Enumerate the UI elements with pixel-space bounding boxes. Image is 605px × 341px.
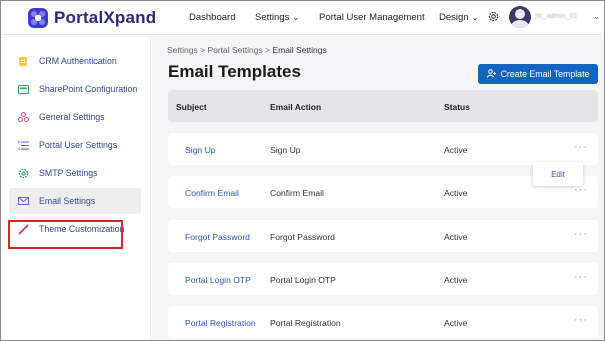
row-subject-link[interactable]: Portal Login OTP bbox=[185, 275, 251, 285]
sidebar-item-label: SMTP Settings bbox=[39, 168, 98, 178]
add-user-icon bbox=[486, 68, 496, 80]
logo-text: PortalXpand bbox=[54, 8, 157, 27]
app-window: PortalXpand Dashboard Settings ⌄ Portal U… bbox=[0, 0, 605, 341]
sidebar-item-label: CRM Authentication bbox=[39, 56, 117, 66]
sidebar-item-label: Email Settings bbox=[39, 196, 96, 206]
sidebar-item-sharepoint-configuration[interactable]: SharePoint Configuration bbox=[9, 76, 141, 102]
chevron-down-icon: ⌄ bbox=[471, 13, 479, 22]
page-title: Email Templates bbox=[168, 62, 301, 81]
row-status: Active bbox=[444, 318, 468, 328]
main-content: Settings > Portal Settings > Email Setti… bbox=[152, 36, 604, 340]
breadcrumb-separator: > bbox=[200, 45, 206, 55]
more-options-icon[interactable]: ··· bbox=[574, 141, 588, 153]
breadcrumb-settings[interactable]: Settings bbox=[167, 45, 198, 55]
sidebar-item-portal-user-settings[interactable]: Portal User Settings bbox=[9, 132, 141, 158]
portalxpand-logo[interactable]: PortalXpand bbox=[27, 5, 156, 31]
table-header: Subject Email Action Status bbox=[168, 90, 598, 122]
row-subject-link[interactable]: Forgot Password bbox=[185, 232, 250, 242]
row-email-action: Sign Up bbox=[270, 145, 301, 155]
breadcrumb-separator: > bbox=[265, 45, 271, 55]
column-header-status: Status bbox=[444, 102, 470, 112]
lock-icon bbox=[17, 55, 29, 67]
nav-design-label: Design bbox=[439, 12, 469, 23]
sidebar-item-label: Portal User Settings bbox=[39, 140, 118, 150]
nav-dashboard[interactable]: Dashboard bbox=[189, 12, 235, 23]
row-subject-link[interactable]: Confirm Email bbox=[185, 188, 239, 198]
row-email-action: Confirm Email bbox=[270, 188, 324, 198]
nav-design[interactable]: Design ⌄ bbox=[439, 12, 478, 23]
breadcrumb: Settings > Portal Settings > Email Setti… bbox=[167, 45, 327, 55]
row-status: Active bbox=[444, 188, 468, 198]
more-options-icon[interactable]: ··· bbox=[574, 228, 588, 240]
row-status: Active bbox=[444, 275, 468, 285]
top-navbar: PortalXpand Dashboard Settings ⌄ Portal U… bbox=[1, 1, 604, 35]
sidebar-item-smtp-settings[interactable]: SMTP Settings bbox=[9, 160, 141, 186]
sidebar: CRM Authentication SharePoint Configurat… bbox=[1, 36, 151, 340]
sidebar-item-label: General Settings bbox=[39, 112, 105, 122]
sharepoint-icon bbox=[17, 83, 29, 95]
row-subject-link[interactable]: Sign Up bbox=[185, 145, 216, 155]
breadcrumb-current: Email Settings bbox=[272, 45, 327, 55]
row-email-action: Portal Registration bbox=[270, 318, 341, 328]
nodes-icon bbox=[17, 111, 29, 123]
chevron-down-icon[interactable]: ⌄ bbox=[593, 12, 600, 21]
row-email-action: Portal Login OTP bbox=[270, 275, 336, 285]
avatar[interactable] bbox=[509, 6, 531, 28]
more-options-icon[interactable]: ··· bbox=[574, 314, 588, 326]
sidebar-item-label: SharePoint Configuration bbox=[39, 84, 138, 94]
row-subject-link[interactable]: Portal Registration bbox=[185, 318, 256, 328]
logo-icon bbox=[28, 8, 48, 28]
table-row: Portal Login OTP Portal Login OTP Active… bbox=[168, 263, 598, 295]
table-row: Portal Registration Portal Registration … bbox=[168, 306, 598, 338]
breadcrumb-portal-settings[interactable]: Portal Settings bbox=[207, 45, 262, 55]
highlight-annotation bbox=[8, 220, 123, 249]
row-email-action: Forgot Password bbox=[270, 232, 335, 242]
row-actions-menu: Edit bbox=[533, 162, 583, 186]
row-status: Active bbox=[444, 145, 468, 155]
sidebar-item-crm-authentication[interactable]: CRM Authentication bbox=[9, 48, 141, 74]
envelope-icon bbox=[17, 195, 29, 207]
more-options-icon[interactable]: ··· bbox=[574, 271, 588, 283]
gear-icon[interactable] bbox=[487, 10, 500, 23]
sidebar-item-general-settings[interactable]: General Settings bbox=[9, 104, 141, 130]
list-icon bbox=[17, 139, 29, 151]
nav-settings-label: Settings bbox=[255, 12, 290, 23]
create-button-label: Create Email Template bbox=[500, 69, 590, 79]
nav-settings[interactable]: Settings ⌄ bbox=[255, 12, 299, 23]
row-status: Active bbox=[444, 232, 468, 242]
gear-icon bbox=[17, 167, 29, 179]
table-row: Sign Up Sign Up Active ··· bbox=[168, 133, 598, 165]
table-row: Forgot Password Forgot Password Active ·… bbox=[168, 220, 598, 252]
edit-menu-item[interactable]: Edit bbox=[551, 170, 565, 179]
chevron-down-icon: ⌄ bbox=[292, 13, 300, 22]
nav-portal-user-management[interactable]: Portal User Management bbox=[319, 12, 425, 23]
sidebar-item-email-settings[interactable]: Email Settings bbox=[9, 188, 141, 214]
create-email-template-button[interactable]: Create Email Template bbox=[478, 64, 598, 84]
username-label[interactable]: rfc_admin_01 bbox=[535, 13, 577, 20]
column-header-email-action: Email Action bbox=[270, 102, 322, 112]
column-header-subject: Subject bbox=[176, 102, 207, 112]
